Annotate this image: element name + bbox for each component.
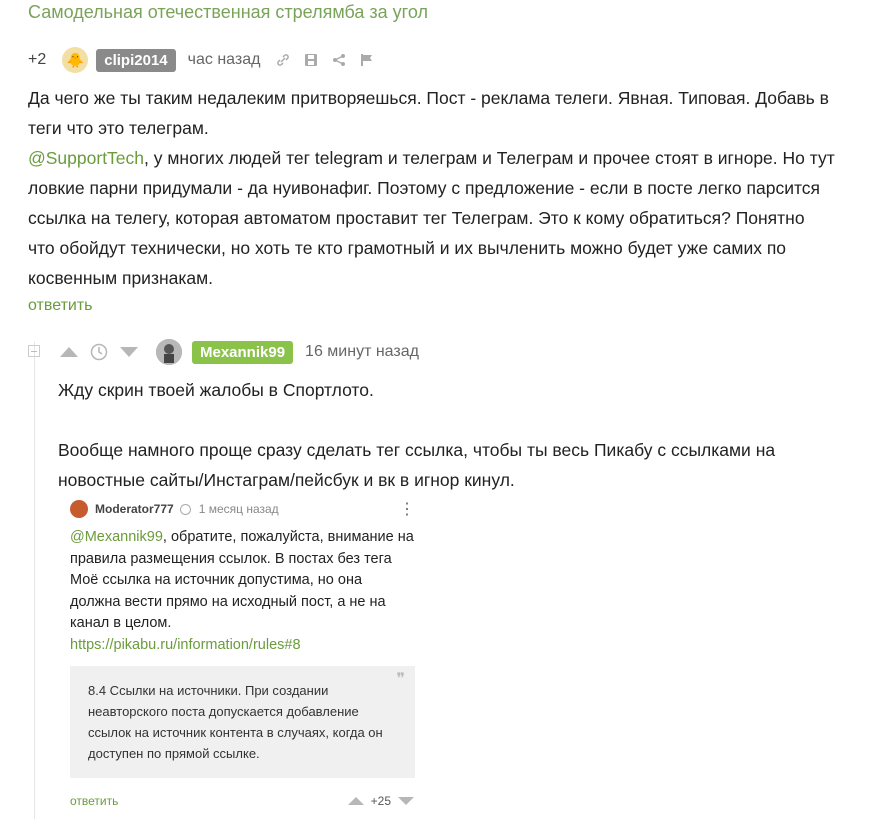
embed-message: @Mexannik99, обратите, пожалуйста, внима… (70, 527, 415, 656)
quote-line: 8.4 Ссылки на источники. При создании (88, 683, 329, 698)
comment-line: что обойдут технически, но хоть те кто г… (28, 238, 787, 258)
embed-line: @Mexannik99, обратите, пожалуйста, внима… (70, 527, 415, 549)
reply-button[interactable]: ответить (28, 297, 93, 315)
embedded-screenshot[interactable]: Moderator777 1 месяц назад ⋮ @Mexannik99… (70, 497, 415, 815)
comment-line: Да чего же ты таким недалеким притворяеш… (28, 88, 829, 108)
comment-header: Mexannik99 16 минут назад (58, 338, 433, 366)
embed-mention: @Mexannik99 (70, 529, 163, 545)
moderator-icon (179, 503, 191, 515)
embed-username: Moderator777 (95, 502, 174, 516)
embed-footer: ответить +25 (70, 794, 415, 808)
comment-line: Вообще намного проще сразу сделать тег с… (58, 440, 776, 460)
embed-line: правила размещения ссылок. В постах без … (70, 550, 392, 567)
comment-line: теги что это телеграм. (28, 118, 209, 138)
save-icon[interactable] (302, 51, 320, 69)
comment-line: ссылка на телегу, которая автоматом прос… (28, 208, 805, 228)
embed-reply: ответить (70, 794, 119, 808)
embed-score-value: +25 (370, 794, 391, 808)
embed-line-text: , обратите, пожалуйста, внимание на (162, 529, 414, 545)
downvote-icon (398, 797, 414, 805)
post-title[interactable]: Самодельная отечественная стрелямба за у… (28, 2, 428, 23)
upvote-icon (347, 797, 364, 805)
embed-quote: ❞ 8.4 Ссылки на источники. При создании … (70, 666, 415, 778)
embed-line: Моё ссылка на источник допустима, но она (70, 572, 363, 588)
quote-line: ссылок на источник контента в случаях, к… (88, 725, 383, 740)
quote-line: неавторского поста допускается добавлени… (88, 704, 359, 719)
embed-rules-link: https://pikabu.ru/information/rules#8 (70, 636, 301, 653)
quote-icon: ❞ (396, 669, 405, 688)
comment-rating: +2 (28, 51, 47, 68)
embed-score: +25 (347, 794, 415, 808)
embed-line: должна вести прямо на исходный пост, а н… (70, 593, 386, 610)
embed-header: Moderator777 1 месяц назад ⋮ (70, 497, 415, 521)
comment-body: Жду скрин твоей жалобы в Спортлото. Вооб… (58, 375, 858, 495)
embed-line: канал в целом. (70, 615, 172, 631)
comment-line: косвенным признакам. (28, 268, 214, 288)
comment-line: новостные сайты/Инстаграм/пейсбук и вк в… (58, 470, 515, 490)
comment-time[interactable]: 16 минут назад (305, 343, 419, 361)
clock-icon[interactable] (88, 343, 110, 361)
downvote-icon[interactable] (118, 343, 140, 361)
more-icon: ⋮ (399, 501, 415, 518)
flag-icon[interactable] (358, 51, 376, 69)
avatar (70, 500, 88, 518)
username-badge[interactable]: Mexannik99 (192, 340, 294, 364)
embed-time: 1 месяц назад (198, 502, 279, 516)
comment-line: @SupportTech, у многих людей тег telegra… (28, 143, 848, 173)
comment-line: ловкие парни придумали - да нуивонафиг. … (28, 178, 821, 198)
share-icon[interactable] (330, 51, 348, 69)
comment-paragraph: Жду скрин твоей жалобы в Спортлото. (58, 380, 374, 400)
username-badge[interactable]: clipi2014 (96, 48, 176, 72)
avatar[interactable] (156, 339, 182, 365)
upvote-icon[interactable] (58, 343, 80, 361)
collapse-toggle[interactable] (28, 345, 40, 357)
quote-line: доступен по прямой ссылке. (88, 746, 260, 761)
mention-link[interactable]: @SupportTech (28, 148, 144, 168)
thread-line[interactable] (34, 342, 35, 819)
avatar[interactable]: 🐥 (62, 47, 89, 73)
comment-header: +2 🐥 clipi2014 час назад (28, 46, 386, 74)
comment-time[interactable]: час назад (188, 51, 261, 69)
comment-body: Да чего же ты таким недалеким притворяеш… (28, 83, 848, 293)
link-icon[interactable] (274, 51, 292, 69)
comment-line-text: , у многих людей тег telegram и телеграм… (144, 148, 835, 168)
